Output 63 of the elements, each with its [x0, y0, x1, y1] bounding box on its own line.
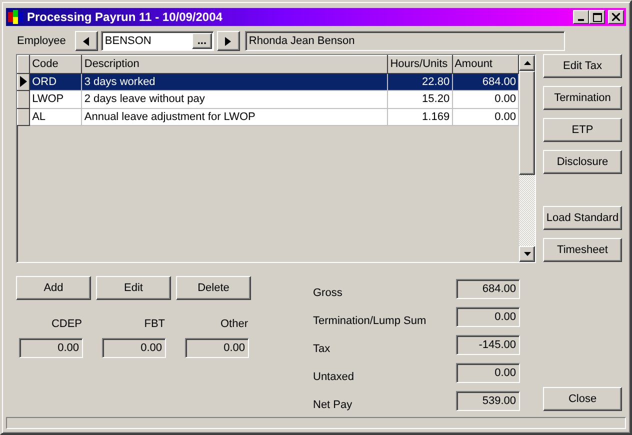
column-header[interactable]: Description: [82, 56, 388, 73]
row-indicator[interactable]: [18, 73, 30, 90]
total-label: Untaxed: [313, 370, 355, 385]
table-cell: LWOP: [30, 90, 82, 108]
amount-field[interactable]: 0.00: [185, 338, 249, 358]
table-cell: 0.00: [452, 108, 518, 126]
close-button[interactable]: [608, 10, 624, 24]
next-button[interactable]: [216, 31, 240, 51]
total-field: 0.00: [456, 307, 520, 327]
table-cell: AL: [30, 108, 82, 126]
row-indicator[interactable]: [18, 90, 30, 108]
total-label: Gross: [313, 286, 344, 301]
close-icon: [612, 13, 620, 21]
right-triangle-icon: [225, 36, 232, 46]
table-cell: 684.00: [452, 73, 518, 90]
action-button[interactable]: Edit: [96, 276, 171, 300]
amount-field[interactable]: 0.00: [102, 338, 166, 358]
table-cell: ORD: [30, 73, 82, 90]
total-label: Tax: [313, 342, 332, 357]
column-header[interactable]: Code: [30, 56, 82, 73]
table-cell: 0.00: [452, 90, 518, 108]
total-field: 0.00: [456, 363, 520, 383]
row-indicator[interactable]: [18, 108, 30, 126]
maximize-icon: [592, 12, 602, 22]
up-arrow-icon: [524, 61, 530, 65]
side-button[interactable]: ETP: [543, 118, 622, 142]
column-header[interactable]: Amount: [452, 56, 518, 73]
employee-code-field[interactable]: BENSON ...: [100, 31, 214, 51]
browse-button[interactable]: ...: [192, 33, 212, 49]
table-cell: 22.80: [388, 73, 452, 90]
total-label: Net Pay: [313, 398, 354, 413]
window-title: Processing Payrun 11 - 10/09/2004: [27, 9, 222, 26]
table-cell: 15.20: [388, 90, 452, 108]
field-label: CDEP: [50, 317, 83, 332]
side-button[interactable]: Edit Tax: [543, 54, 622, 78]
total-field: -145.00: [456, 335, 520, 355]
down-arrow-icon: [524, 252, 530, 256]
table-cell: 3 days worked: [82, 73, 388, 90]
total-label: Termination/Lump Sum: [313, 314, 428, 329]
field-label: FBT: [143, 317, 166, 332]
previous-button[interactable]: [74, 31, 98, 51]
side-button[interactable]: Load Standard: [543, 206, 622, 230]
table-cell: 1.169: [388, 108, 452, 126]
employee-name-field: Rhonda Jean Benson: [244, 31, 565, 51]
total-field: 684.00: [456, 279, 520, 299]
amount-field[interactable]: 0.00: [19, 338, 83, 358]
column-header[interactable]: Hours/Units: [388, 56, 452, 73]
left-triangle-icon: [83, 36, 90, 46]
table-cell: Annual leave adjustment for LWOP: [82, 108, 388, 126]
total-field: 539.00: [456, 391, 520, 411]
maximize-button[interactable]: [589, 10, 606, 24]
employee-label: Employee: [17, 34, 66, 49]
action-button[interactable]: Add: [16, 276, 91, 300]
table-cell: 2 days leave without pay: [82, 90, 388, 108]
side-button[interactable]: Timesheet: [543, 238, 622, 262]
side-button[interactable]: Disclosure: [543, 150, 622, 174]
side-button[interactable]: Termination: [543, 86, 622, 110]
field-label: Other: [219, 317, 249, 332]
close-dialog-button[interactable]: Close: [543, 387, 622, 411]
minimize-button[interactable]: [573, 10, 590, 24]
app-icon: [8, 10, 24, 24]
action-button[interactable]: Delete: [176, 276, 251, 300]
vertical-scrollbar[interactable]: [519, 55, 535, 262]
